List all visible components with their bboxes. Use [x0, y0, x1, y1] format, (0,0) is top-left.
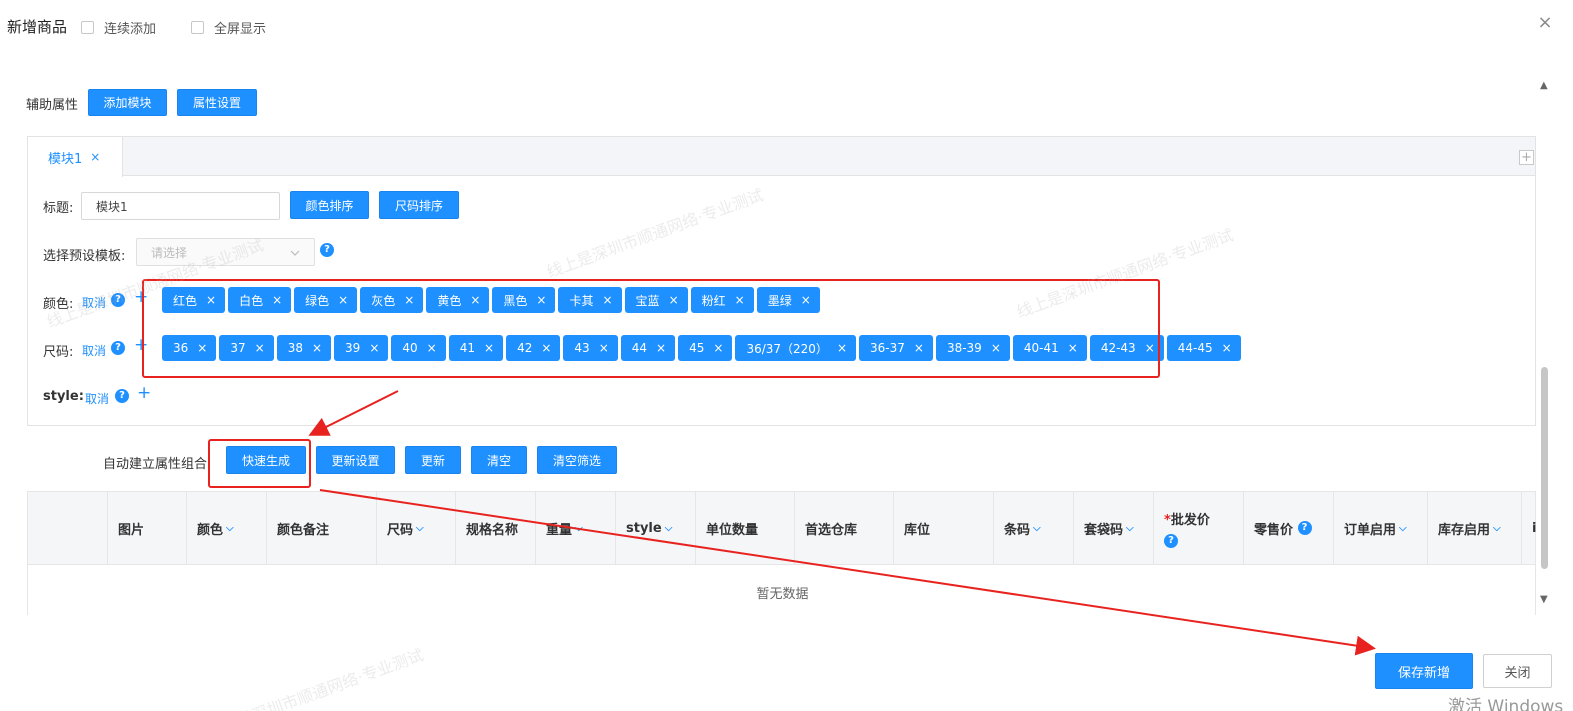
arrow-to-save-new: [319, 489, 1376, 656]
annotation-arrows: [308, 390, 1376, 656]
arrow-to-quick-generate: [308, 390, 399, 436]
windows-activation-text: 激活 Windows: [1448, 697, 1564, 711]
